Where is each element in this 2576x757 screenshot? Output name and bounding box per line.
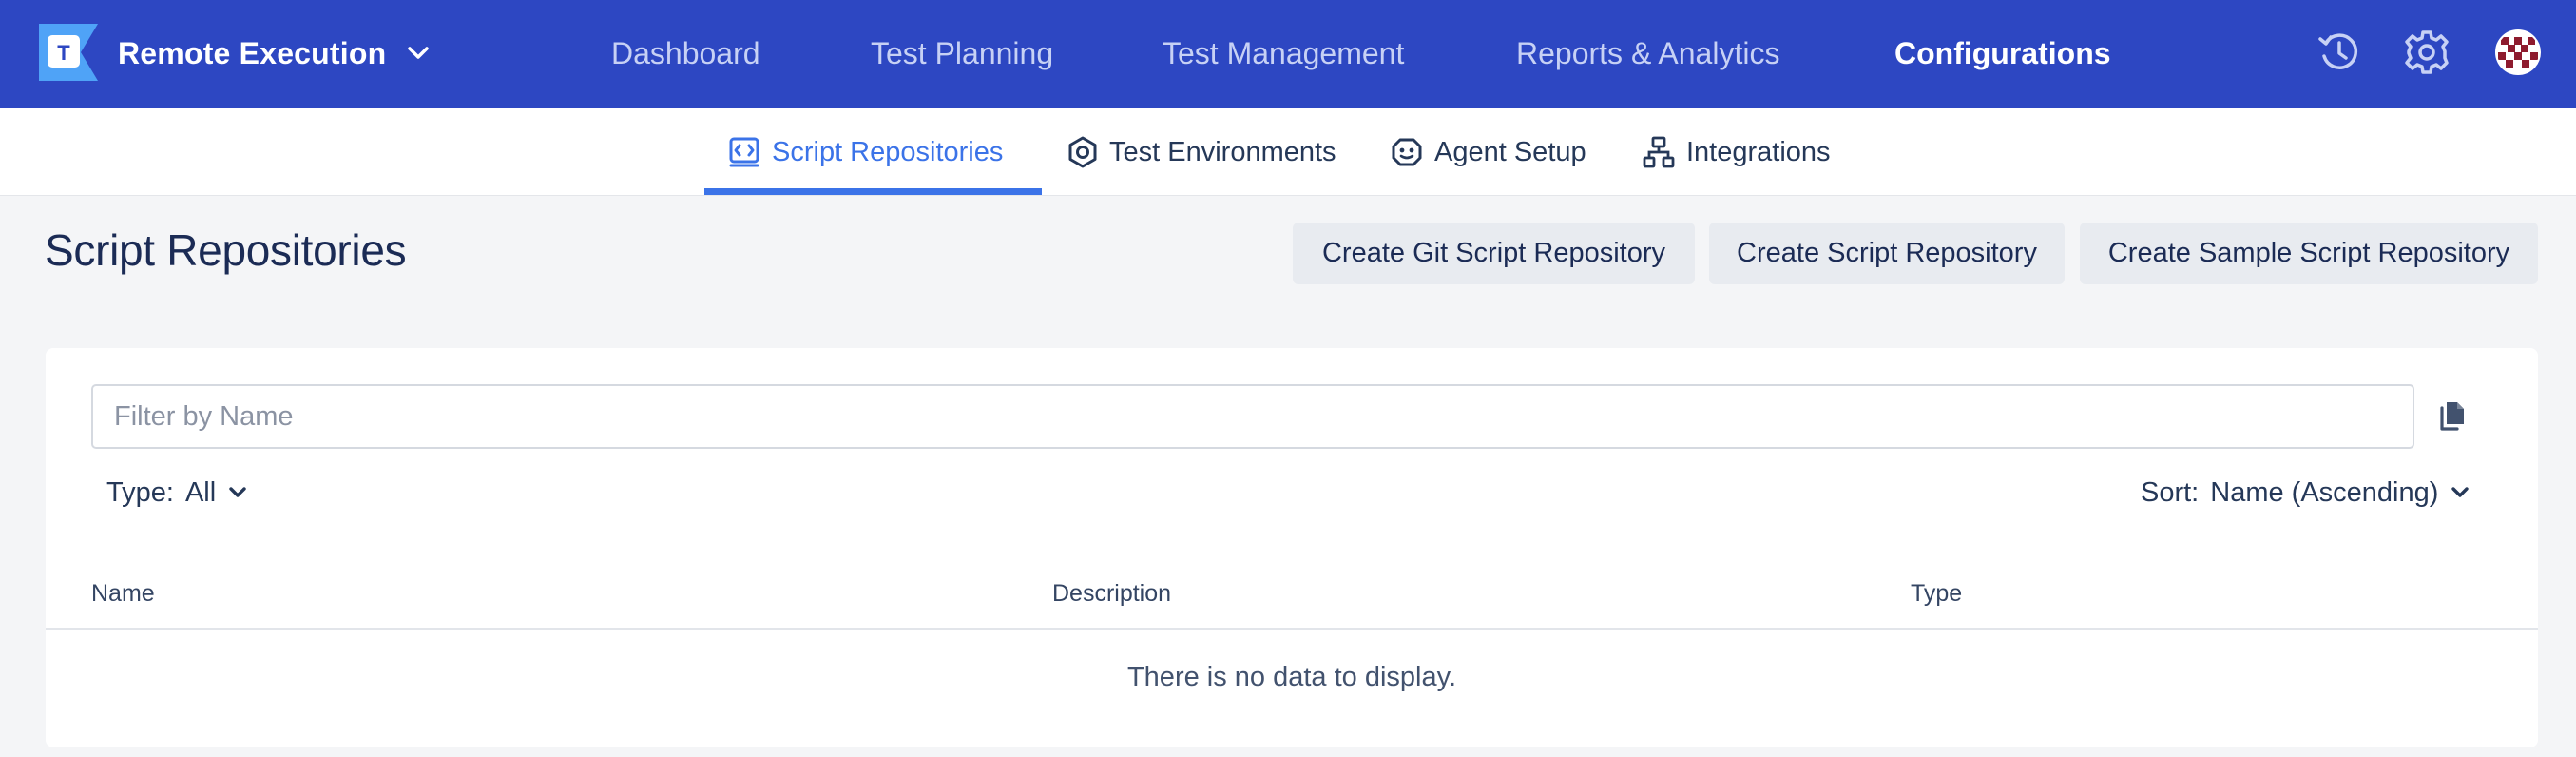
create-script-repository-button[interactable]: Create Script Repository [1709, 223, 2065, 284]
nav-dashboard[interactable]: Dashboard [611, 25, 760, 82]
configuration-tabs: Script Repositories Test Environments Ag… [0, 108, 2576, 196]
chevron-down-icon [2451, 487, 2470, 497]
code-repository-icon [729, 137, 759, 167]
type-filter-label: Type: [106, 476, 174, 508]
table-header-divider [46, 628, 2538, 630]
chevron-down-icon [408, 47, 430, 59]
tab-label: Agent Setup [1434, 136, 1586, 167]
column-header-description[interactable]: Description [1052, 580, 1171, 608]
nav-test-management[interactable]: Test Management [1163, 25, 1404, 82]
sort-value: Name (Ascending) [2210, 476, 2439, 508]
network-hierarchy-icon [1643, 136, 1675, 168]
column-header-name[interactable]: Name [91, 580, 155, 608]
nav-test-planning[interactable]: Test Planning [871, 25, 1053, 82]
robot-agent-icon [1392, 138, 1422, 166]
app-logo-icon: T [39, 24, 98, 81]
tab-integrations[interactable]: Integrations [1643, 108, 1831, 196]
copy-button[interactable] [2432, 394, 2473, 439]
page-title: Script Repositories [45, 225, 407, 275]
top-navigation-bar: T Remote Execution Dashboard Test Planni… [0, 0, 2576, 108]
filter-by-name-input[interactable] [91, 384, 2414, 449]
nav-reports-analytics[interactable]: Reports & Analytics [1516, 25, 1779, 82]
history-icon [2318, 33, 2358, 69]
copy-icon [2440, 402, 2464, 431]
history-button[interactable] [2314, 27, 2365, 78]
tab-label: Integrations [1686, 136, 1831, 167]
gear-icon [2405, 30, 2449, 74]
tab-script-repositories[interactable]: Script Repositories [728, 108, 1003, 196]
settings-button[interactable] [2401, 27, 2452, 78]
tab-agent-setup[interactable]: Agent Setup [1391, 108, 1586, 196]
app-name: Remote Execution [118, 35, 387, 70]
user-avatar-button[interactable] [2492, 27, 2544, 78]
create-sample-script-repository-button[interactable]: Create Sample Script Repository [2080, 223, 2538, 284]
repositories-panel: Type: All Sort: Name (Ascending) Name De… [46, 348, 2538, 747]
tab-test-environments[interactable]: Test Environments [1067, 108, 1336, 196]
create-git-script-repository-button[interactable]: Create Git Script Repository [1293, 223, 1695, 284]
type-filter-dropdown[interactable]: Type: All [106, 466, 248, 519]
tab-label: Script Repositories [772, 136, 1004, 167]
sort-label: Sort: [2141, 476, 2200, 508]
sort-dropdown[interactable]: Sort: Name (Ascending) [2141, 466, 2470, 519]
hexagon-nut-icon [1068, 136, 1097, 168]
type-filter-value: All [184, 476, 217, 508]
empty-table-message: There is no data to display. [1126, 662, 1457, 692]
logo-letter: T [57, 41, 70, 65]
avatar [2495, 29, 2541, 75]
column-header-type[interactable]: Type [1911, 580, 1962, 608]
tab-label: Test Environments [1109, 136, 1336, 167]
chevron-down-icon [229, 487, 246, 497]
app-logo[interactable]: T [39, 24, 98, 81]
nav-configurations[interactable]: Configurations [1894, 25, 2111, 82]
app-switcher[interactable]: Remote Execution [118, 25, 430, 82]
active-tab-indicator [704, 188, 1042, 195]
